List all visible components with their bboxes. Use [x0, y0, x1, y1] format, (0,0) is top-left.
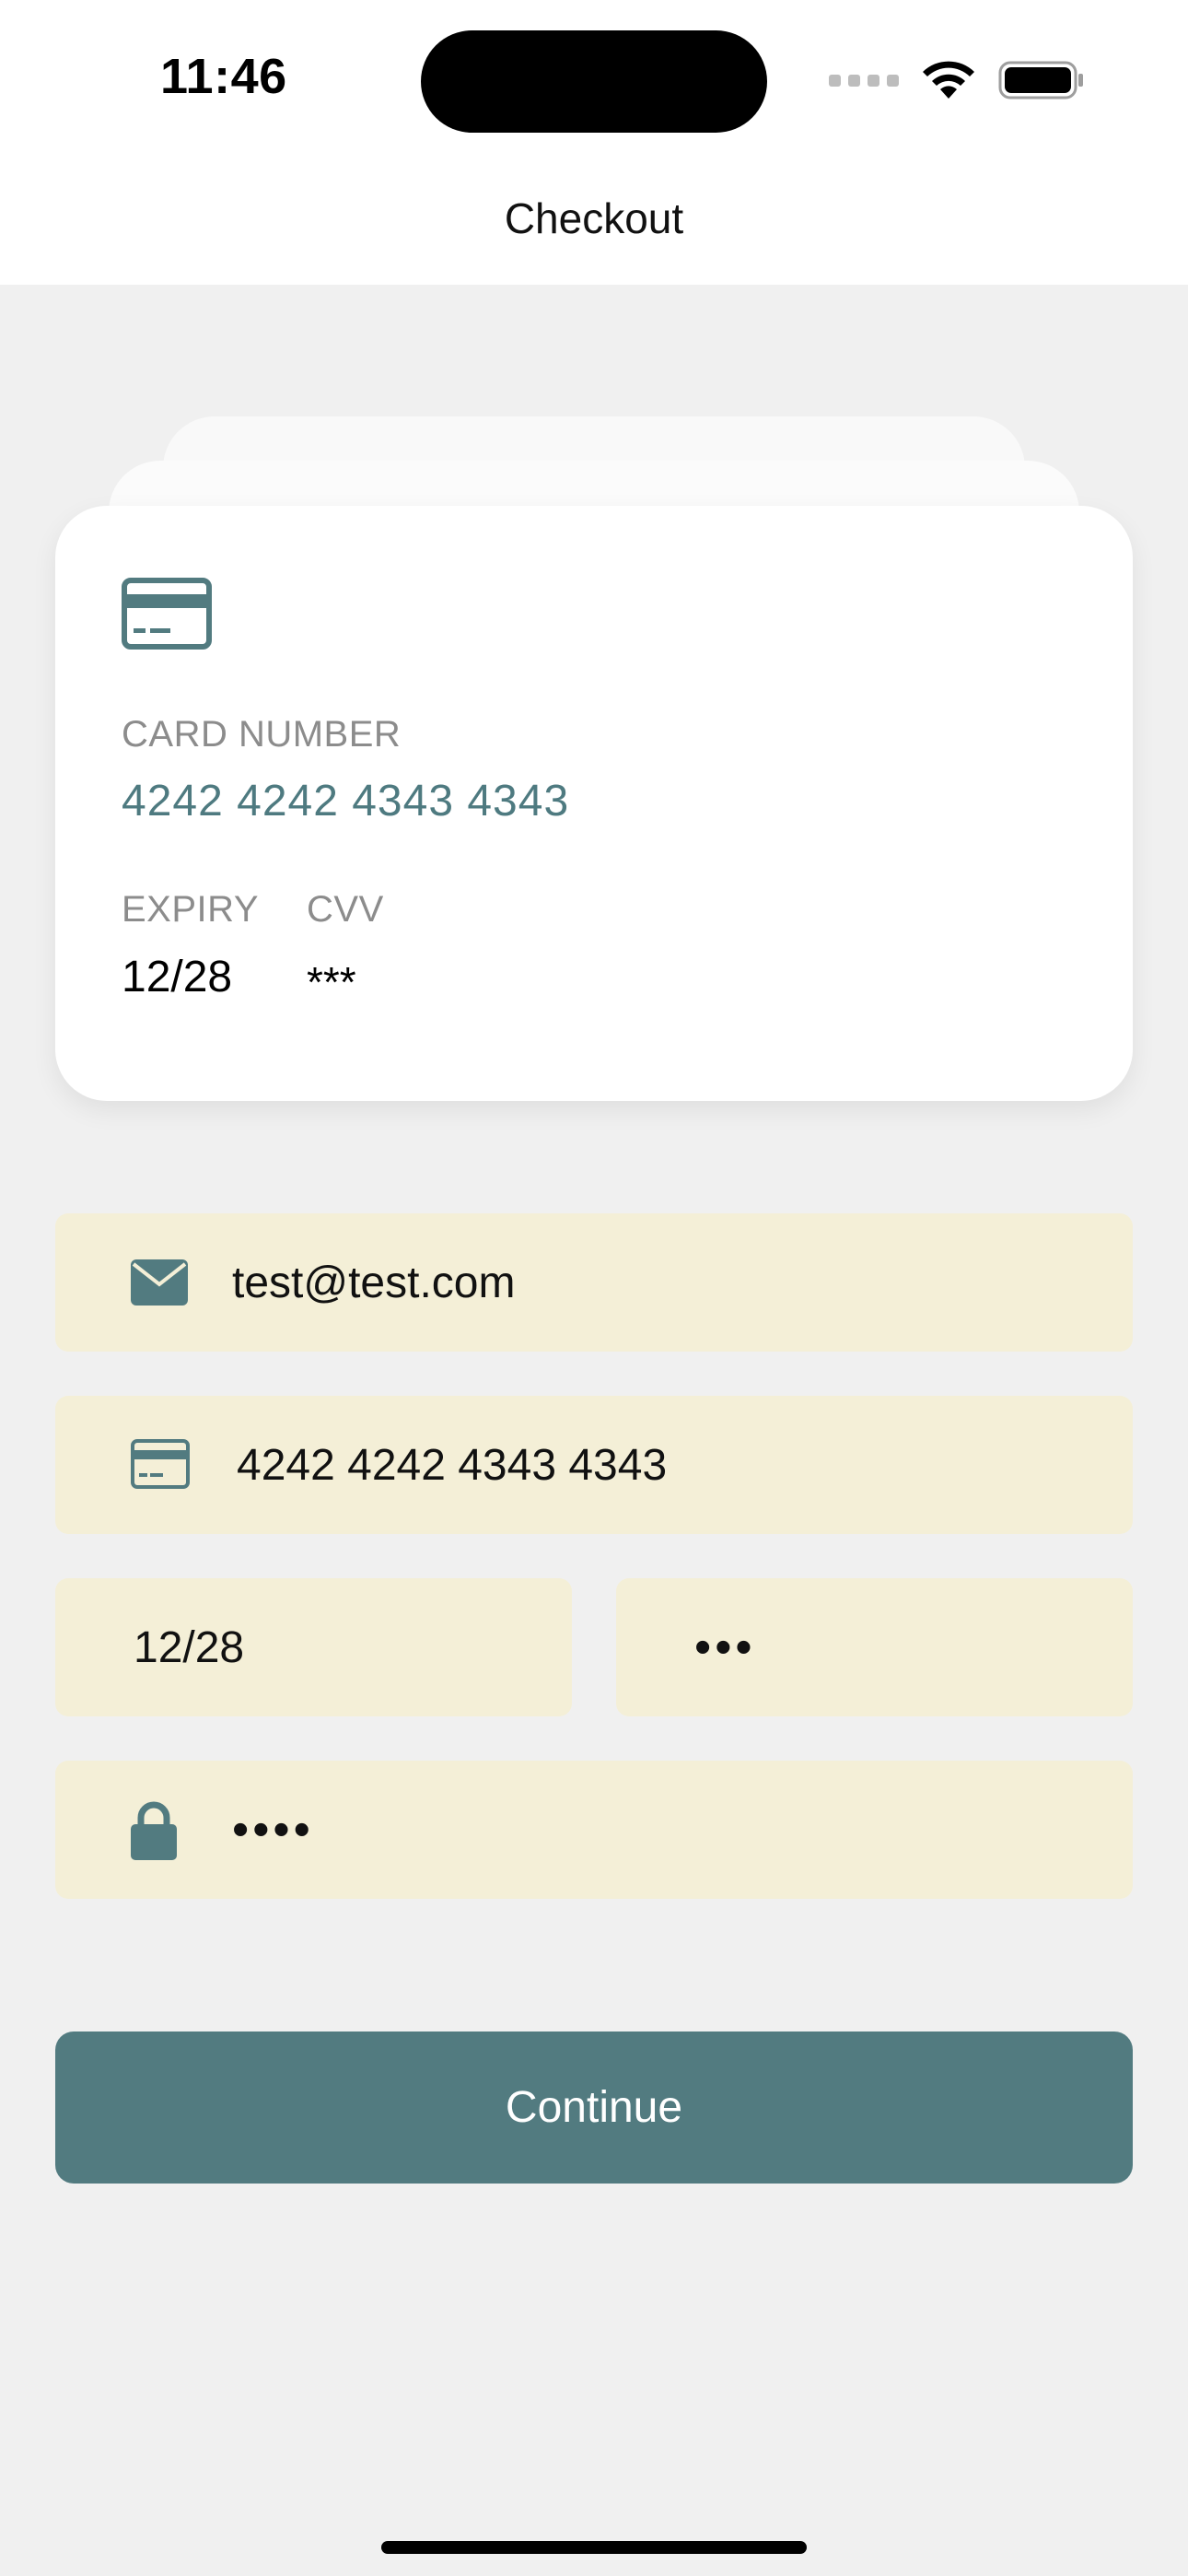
card-preview: CARD NUMBER 4242 4242 4343 4343 EXPIRY C…	[55, 506, 1133, 1101]
expiry-value: 12/28	[122, 953, 233, 1001]
battery-icon	[998, 61, 1083, 100]
page-title: Checkout	[504, 194, 684, 242]
email-input[interactable]	[232, 1213, 1105, 1352]
home-indicator	[381, 2541, 807, 2554]
card-number-label: CARD NUMBER	[122, 714, 402, 755]
credit-card-icon	[131, 1439, 190, 1489]
email-field[interactable]	[55, 1213, 1133, 1352]
pin-field[interactable]	[55, 1761, 1133, 1899]
credit-card-icon	[122, 578, 212, 650]
cvv-input[interactable]	[694, 1578, 1105, 1716]
card-number-input[interactable]	[237, 1396, 1105, 1534]
expiry-input[interactable]	[134, 1578, 544, 1716]
lock-icon	[131, 1801, 177, 1860]
wifi-icon	[923, 61, 974, 99]
status-time: 11:46	[160, 49, 287, 104]
signal-icon	[829, 74, 899, 87]
expiry-field[interactable]	[55, 1578, 572, 1716]
dynamic-island	[421, 30, 767, 133]
cvv-value: ***	[307, 958, 356, 1006]
expiry-label: EXPIRY	[122, 889, 259, 930]
status-icons	[829, 57, 1085, 103]
header: 11:46 Checkout	[0, 0, 1188, 285]
cvv-field[interactable]	[616, 1578, 1133, 1716]
card-number-field[interactable]	[55, 1396, 1133, 1534]
cvv-label: CVV	[307, 889, 384, 930]
envelope-icon	[131, 1259, 188, 1306]
pin-input[interactable]	[232, 1761, 1105, 1899]
continue-button[interactable]: Continue	[55, 2032, 1133, 2184]
card-number-value: 4242 4242 4343 4343	[122, 777, 570, 825]
